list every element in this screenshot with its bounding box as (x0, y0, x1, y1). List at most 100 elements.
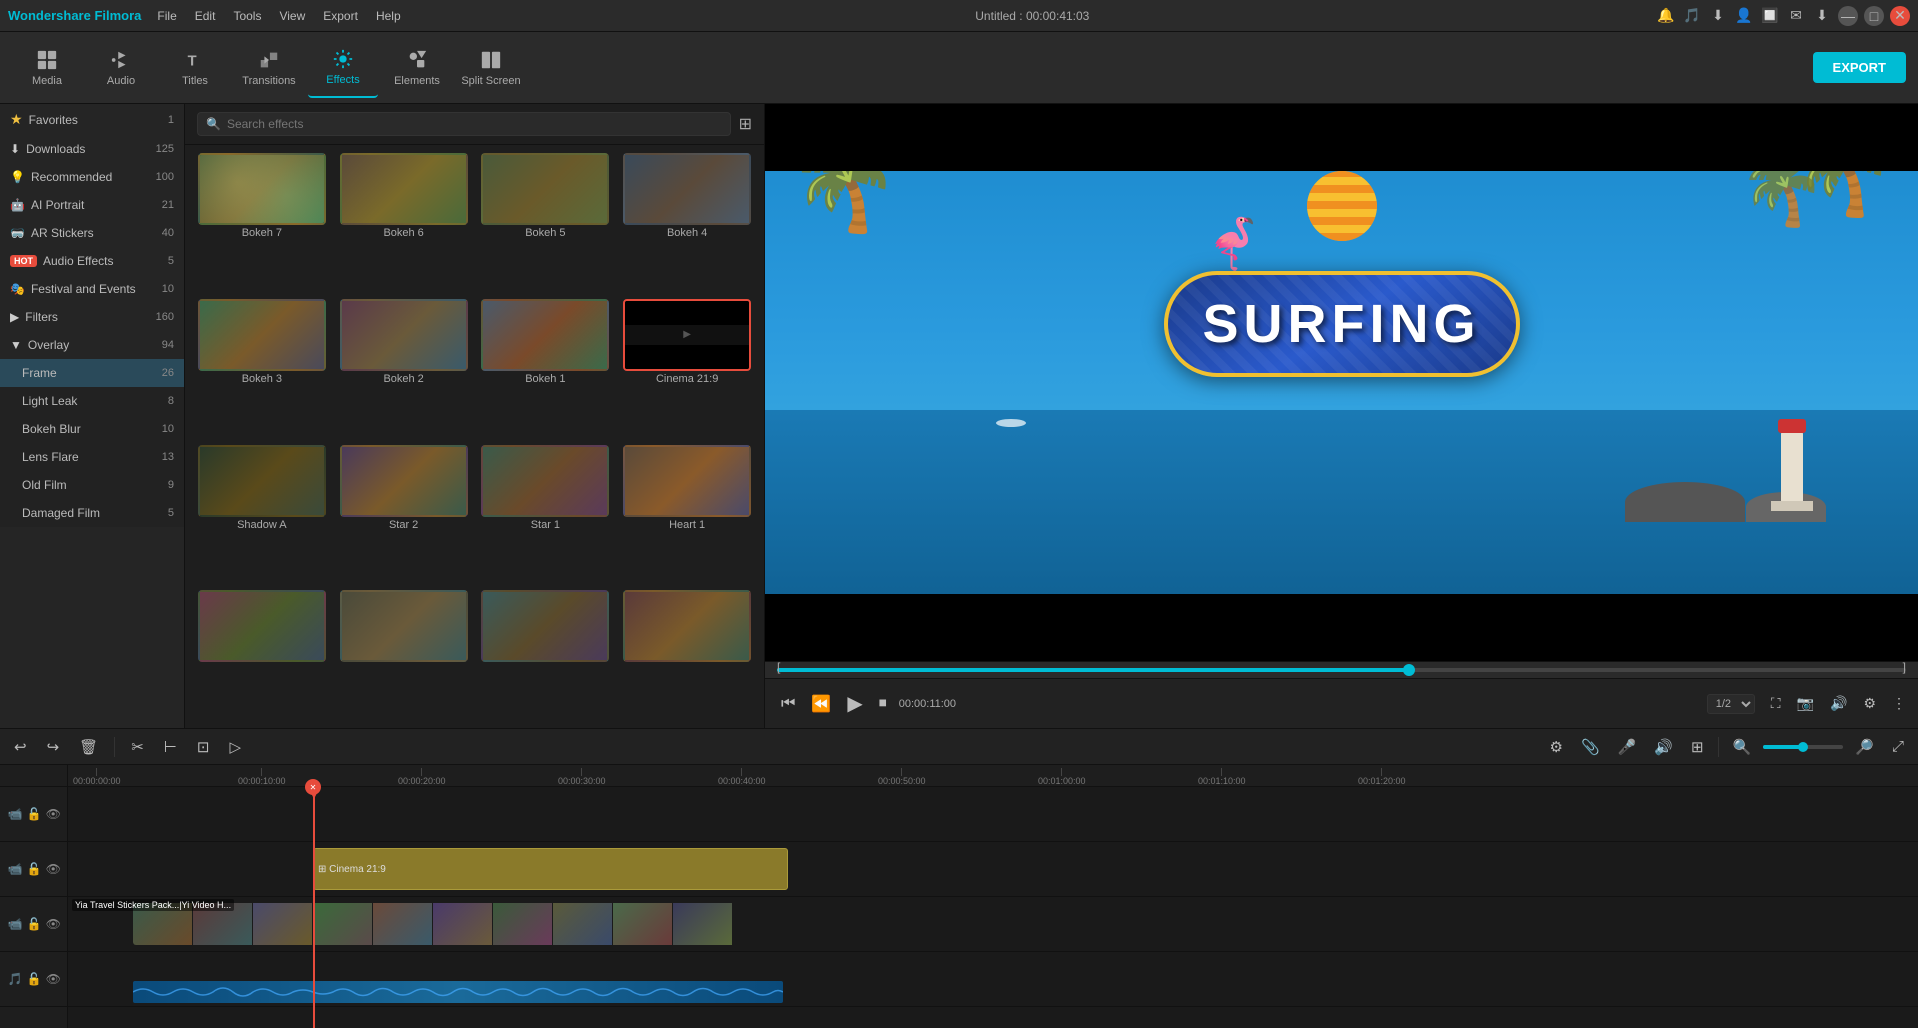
user-icon[interactable]: 👤 (1734, 6, 1754, 26)
step-back-button[interactable]: ⏪ (807, 690, 835, 718)
track2-video-icon[interactable]: 📹 (8, 862, 23, 876)
track1-video-icon[interactable]: 📹 (8, 807, 23, 821)
effect-shadow-a[interactable]: Shadow A (193, 445, 331, 587)
effect-bokeh6[interactable]: Bokeh 6 (335, 153, 473, 295)
sidebar-item-ar-stickers[interactable]: 🥽 AR Stickers 40 (0, 219, 184, 247)
track3-video-icon[interactable]: 📹 (8, 917, 23, 931)
effect-bokeh7[interactable]: Bokeh 7 (193, 153, 331, 295)
effect-star2[interactable]: Star 2 (335, 445, 473, 587)
toolbar-media[interactable]: Media (12, 38, 82, 98)
zoom-slider[interactable] (1763, 745, 1843, 749)
split-screen-button[interactable]: ⊞ (1685, 735, 1710, 759)
snapshot-icon[interactable]: 📷 (1797, 695, 1814, 712)
sidebar-item-lens-flare[interactable]: Lens Flare 13 (0, 443, 184, 471)
motion-button[interactable]: ▷ (223, 735, 247, 759)
effect-row3d[interactable] (618, 590, 756, 720)
export-button[interactable]: EXPORT (1813, 52, 1906, 83)
track1-eye-icon[interactable]: 👁 (46, 807, 61, 821)
effect-heart1[interactable]: Heart 1 (618, 445, 756, 587)
effect-bokeh1[interactable]: Bokeh 1 (477, 299, 615, 441)
effect-bokeh2[interactable]: Bokeh 2 (335, 299, 473, 441)
track1-lock-icon[interactable]: 🔓 (27, 807, 42, 821)
toolbar-effects[interactable]: Effects (308, 38, 378, 98)
track3-eye-icon[interactable]: 👁 (46, 917, 61, 931)
settings-icon[interactable]: ⚙ (1863, 695, 1876, 712)
toolbar-elements[interactable]: Elements (382, 38, 452, 98)
sidebar-item-downloads[interactable]: ⬇ Downloads 125 (0, 135, 184, 163)
fullscreen-icon[interactable]: ⛶ (1771, 695, 1781, 712)
sidebar-item-filters[interactable]: ▶ Filters 160 (0, 303, 184, 331)
cinema-clip[interactable]: ⊞ Cinema 21:9 (313, 848, 788, 890)
menu-help[interactable]: Help (368, 7, 409, 25)
playhead-marker[interactable] (305, 779, 321, 795)
split-button[interactable]: ⊢ (158, 735, 183, 759)
download-icon[interactable]: ⬇ (1708, 6, 1728, 26)
sidebar-item-favorites[interactable]: ★ Favorites 1 (0, 104, 184, 135)
audio-clip[interactable] (133, 981, 783, 1003)
toolbar-split-screen[interactable]: Split Screen (456, 38, 526, 98)
menu-view[interactable]: View (271, 7, 313, 25)
music-icon[interactable]: 🎵 (1682, 6, 1702, 26)
sidebar-item-audio-effects[interactable]: HOT Audio Effects 5 (0, 247, 184, 275)
effects-search-box[interactable]: 🔍 (197, 112, 731, 136)
menu-bar[interactable]: File Edit Tools View Export Help (149, 7, 408, 25)
timeline-scroll-area[interactable]: 00:00:00:00 00:00:10:00 00:00:20:00 00:0… (68, 765, 1918, 1028)
sidebar-item-ai-portrait[interactable]: 🤖 AI Portrait 21 (0, 191, 184, 219)
crop-button[interactable]: ⊡ (191, 735, 216, 759)
cut-button[interactable]: ✂ (125, 735, 150, 759)
sidebar-item-overlay[interactable]: ▼ Overlay 94 (0, 331, 184, 359)
preview-progress-track[interactable]: [ ] (777, 668, 1906, 672)
effect-bokeh3[interactable]: Bokeh 3 (193, 299, 331, 441)
sidebar-item-recommended[interactable]: 💡 Recommended 100 (0, 163, 184, 191)
sidebar-item-old-film[interactable]: Old Film 9 (0, 471, 184, 499)
menu-export[interactable]: Export (315, 7, 366, 25)
sidebar-item-frame[interactable]: Frame 26 (0, 359, 184, 387)
menu-file[interactable]: File (149, 7, 184, 25)
track2-lock-icon[interactable]: 🔓 (27, 862, 42, 876)
redo-button[interactable]: ↪ (41, 735, 66, 759)
track2-eye-icon[interactable]: 👁 (46, 862, 61, 876)
zoom-out-button[interactable]: 🔍 (1727, 735, 1758, 759)
sidebar-item-light-leak[interactable]: Light Leak 8 (0, 387, 184, 415)
grid-view-icon[interactable]: ⊞ (739, 114, 752, 134)
ratio-select[interactable]: 1/2 1/1 Full (1707, 694, 1755, 714)
message-icon[interactable]: ✉ (1786, 6, 1806, 26)
audio-track-button[interactable]: 🔊 (1648, 735, 1679, 759)
arrow-icon[interactable]: ⬇ (1812, 6, 1832, 26)
preview-progress-bar[interactable]: [ ] (765, 661, 1918, 678)
zoom-in-button[interactable]: 🔎 (1849, 735, 1880, 759)
sidebar-item-bokeh-blur[interactable]: Bokeh Blur 10 (0, 415, 184, 443)
effect-row3c[interactable] (477, 590, 615, 720)
undo-button[interactable]: ↩ (8, 735, 33, 759)
toolbar-transitions[interactable]: Transitions (234, 38, 304, 98)
toolbar-audio[interactable]: Audio (86, 38, 156, 98)
delete-button[interactable]: 🗑 (73, 735, 104, 759)
track3-lock-icon[interactable]: 🔓 (27, 917, 42, 931)
track4-eye-icon[interactable]: 👁 (46, 972, 61, 986)
mic-button[interactable]: 🎤 (1612, 735, 1643, 759)
effect-row3b[interactable] (335, 590, 473, 720)
maximize-button[interactable]: □ (1864, 6, 1884, 26)
close-button[interactable]: ✕ (1890, 6, 1910, 26)
track4-lock-icon[interactable]: 🔓 (27, 972, 42, 986)
effect-cinema219[interactable]: ▶ Cinema 21:9 (618, 299, 756, 441)
toolbar-titles[interactable]: T Titles (160, 38, 230, 98)
effect-row3a[interactable] (193, 590, 331, 720)
skip-back-button[interactable]: ⏮ (777, 691, 799, 717)
clip-button[interactable]: 📎 (1575, 735, 1606, 759)
zoom-thumb[interactable] (1798, 742, 1808, 752)
sidebar-item-festival-events[interactable]: 🎭 Festival and Events 10 (0, 275, 184, 303)
stop-button[interactable]: ⏹ (875, 691, 891, 717)
effect-star1[interactable]: Star 1 (477, 445, 615, 587)
audio-icon[interactable]: 🔊 (1830, 695, 1847, 712)
sidebar-item-damaged-film[interactable]: Damaged Film 5 (0, 499, 184, 527)
play-button[interactable]: ▶ (843, 687, 866, 720)
minimize-button[interactable]: — (1838, 6, 1858, 26)
preview-progress-thumb[interactable] (1403, 664, 1415, 676)
search-input[interactable] (227, 117, 722, 131)
effect-bokeh5[interactable]: Bokeh 5 (477, 153, 615, 295)
more-icon[interactable]: ⋮ (1892, 695, 1906, 712)
menu-edit[interactable]: Edit (187, 7, 224, 25)
notification-icon[interactable]: 🔔 (1656, 6, 1676, 26)
fit-button[interactable]: ⤢ (1886, 735, 1910, 758)
